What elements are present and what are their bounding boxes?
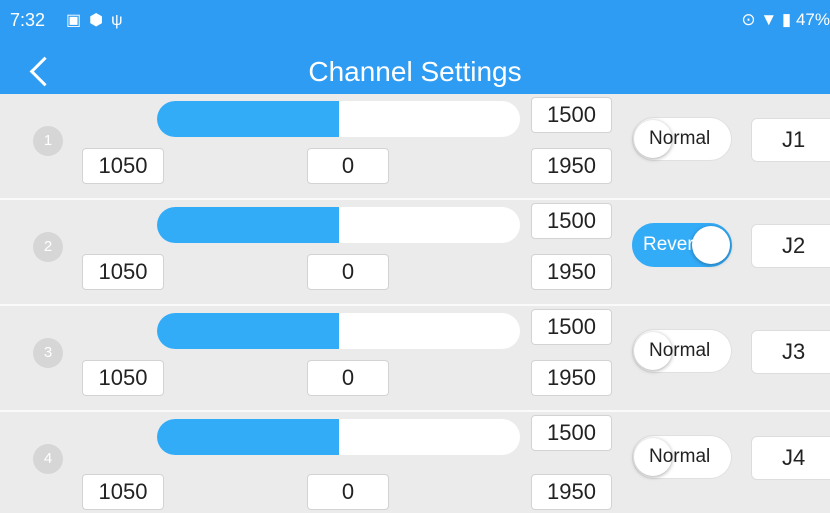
channel-center-field[interactable]: 0 <box>307 360 389 396</box>
channel-mapping-select[interactable]: J4 <box>751 436 830 480</box>
reverse-toggle[interactable]: Normal <box>632 435 732 479</box>
reverse-toggle[interactable]: Normal <box>632 117 732 161</box>
channel-center-field[interactable]: 0 <box>307 148 389 184</box>
channel-level-bar <box>157 101 520 137</box>
channel-level-fill <box>157 101 339 137</box>
channel-level-fill <box>157 419 339 455</box>
status-bar: 7:32 ▣⬢ψ ⊙ ▼ ▮ 47% <box>0 0 830 46</box>
usb-icon: ψ <box>111 12 131 29</box>
title-bar: Channel Settings <box>0 46 830 94</box>
channel-level-fill <box>157 313 339 349</box>
channel-row: 1 1500 1050 0 1950 Normal J1 <box>0 94 830 200</box>
channel-max-field[interactable]: 1950 <box>531 360 612 396</box>
channel-value-field[interactable]: 1500 <box>531 309 612 345</box>
status-right: ⊙ ▼ ▮ 47% <box>741 10 830 30</box>
toggle-label: Reverse <box>643 234 714 255</box>
reverse-toggle[interactable]: Normal <box>632 329 732 373</box>
channel-center-field[interactable]: 0 <box>307 254 389 290</box>
channel-level-bar <box>157 207 520 243</box>
battery-icon: ▮ <box>781 10 792 29</box>
channel-number-badge: 2 <box>33 232 63 262</box>
channel-number-badge: 1 <box>33 126 63 156</box>
page-title: Channel Settings <box>308 56 522 87</box>
toggle-label: Normal <box>649 446 711 467</box>
channel-number-badge: 4 <box>33 444 63 474</box>
status-time: 7:32 <box>10 10 46 30</box>
toggle-label: Normal <box>649 128 711 149</box>
channel-value-field[interactable]: 1500 <box>531 415 612 451</box>
channel-center-field[interactable]: 0 <box>307 474 389 510</box>
channel-mapping-select[interactable]: J1 <box>751 118 830 162</box>
channel-mapping-select[interactable]: J2 <box>751 224 830 268</box>
channel-level-bar <box>157 313 520 349</box>
channel-min-field[interactable]: 1050 <box>82 474 164 510</box>
channel-row: 4 1500 1050 0 1950 Normal J4 <box>0 412 830 513</box>
channel-value-field[interactable]: 1500 <box>531 203 612 239</box>
status-icons: ▣⬢ψ <box>66 10 131 30</box>
channel-value-field[interactable]: 1500 <box>531 97 612 133</box>
toggle-label: Normal <box>649 340 711 361</box>
channel-number-badge: 3 <box>33 338 63 368</box>
channel-row: 3 1500 1050 0 1950 Normal J3 <box>0 306 830 412</box>
channel-level-bar <box>157 419 520 455</box>
channel-mapping-select[interactable]: J3 <box>751 330 830 374</box>
location-icon: ⊙ <box>741 10 756 29</box>
channel-min-field[interactable]: 1050 <box>82 360 164 396</box>
channel-max-field[interactable]: 1950 <box>531 474 612 510</box>
channel-max-field[interactable]: 1950 <box>531 254 612 290</box>
battery-level: 47% <box>795 10 830 29</box>
image-icon: ▣ <box>66 12 90 29</box>
channel-max-field[interactable]: 1950 <box>531 148 612 184</box>
channel-row: 2 1500 1050 0 1950 Reverse J2 <box>0 200 830 306</box>
shield-icon: ⬢ <box>89 12 112 29</box>
channel-level-fill <box>157 207 339 243</box>
channel-min-field[interactable]: 1050 <box>82 148 164 184</box>
channel-min-field[interactable]: 1050 <box>82 254 164 290</box>
wifi-icon: ▼ <box>760 10 778 29</box>
reverse-toggle[interactable]: Reverse <box>632 223 732 267</box>
